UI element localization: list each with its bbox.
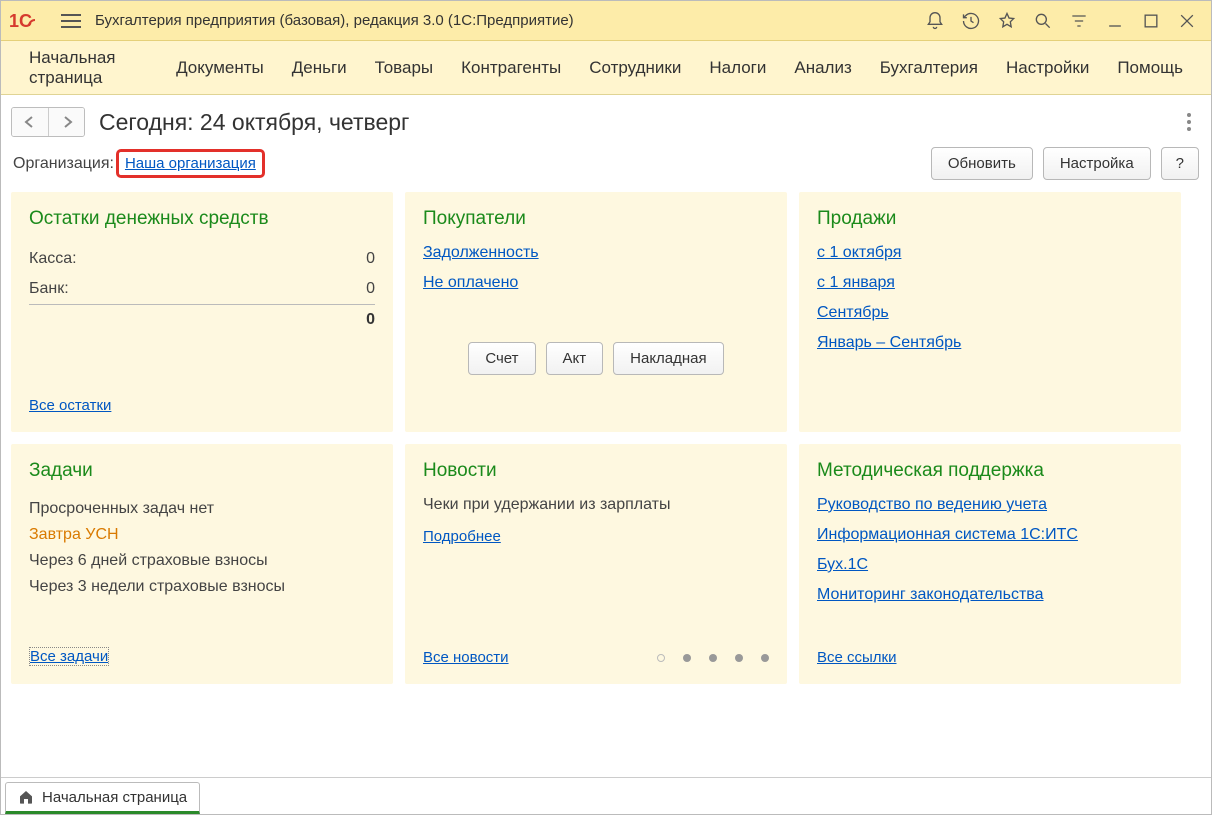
dashboard-grid: Остатки денежных средств Касса: 0 Банк: … bbox=[11, 192, 1201, 684]
card-buyers: Покупатели Задолженность Не оплачено Сче… bbox=[405, 192, 787, 432]
buyers-btn-waybill[interactable]: Накладная bbox=[613, 342, 724, 375]
org-link-highlight: Наша организация bbox=[116, 149, 265, 178]
nav-forward-button[interactable] bbox=[48, 108, 84, 136]
menu-taxes[interactable]: Налоги bbox=[695, 52, 780, 84]
filter-icon[interactable] bbox=[1063, 5, 1095, 37]
cash-kassa-label: Касса: bbox=[29, 250, 77, 268]
card-news: Новости Чеки при удержании из зарплаты П… bbox=[405, 444, 787, 684]
card-sales-title: Продажи bbox=[817, 208, 1163, 230]
news-more-link[interactable]: Подробнее bbox=[423, 528, 769, 545]
buyers-btn-invoice[interactable]: Счет bbox=[468, 342, 535, 375]
card-news-title: Новости bbox=[423, 460, 769, 482]
page-actions: Обновить Настройка ? bbox=[931, 147, 1199, 180]
pager-dot-4[interactable] bbox=[761, 654, 769, 662]
tasks-all-link[interactable]: Все задачи bbox=[29, 647, 109, 666]
support-link-guide[interactable]: Руководство по ведению учета bbox=[817, 496, 1163, 514]
titlebar-actions bbox=[919, 5, 1203, 37]
home-icon bbox=[18, 789, 34, 805]
menu-goods[interactable]: Товары bbox=[361, 52, 447, 84]
kebab-icon[interactable] bbox=[1177, 110, 1201, 134]
card-buyers-title: Покупатели bbox=[423, 208, 769, 230]
cash-kassa-value: 0 bbox=[366, 250, 375, 268]
bell-icon[interactable] bbox=[919, 5, 951, 37]
menu-accounting[interactable]: Бухгалтерия bbox=[866, 52, 992, 84]
card-cash: Остатки денежных средств Касса: 0 Банк: … bbox=[11, 192, 393, 432]
menu-settings[interactable]: Настройки bbox=[992, 52, 1103, 84]
sales-link-jan1[interactable]: с 1 января bbox=[817, 274, 1163, 292]
menu-documents[interactable]: Документы bbox=[162, 52, 278, 84]
tab-bar: Начальная страница bbox=[1, 778, 1211, 814]
support-link-its[interactable]: Информационная система 1С:ИТС bbox=[817, 526, 1163, 544]
pager-dot-1[interactable] bbox=[683, 654, 691, 662]
buyers-btn-act[interactable]: Акт bbox=[546, 342, 604, 375]
cash-all-link[interactable]: Все остатки bbox=[29, 397, 111, 414]
support-link-buh1c[interactable]: Бух.1С bbox=[817, 556, 1163, 574]
news-pager bbox=[657, 654, 769, 662]
cash-row-bank: Банк: 0 bbox=[29, 274, 375, 304]
page-title: Сегодня: 24 октября, четверг bbox=[99, 109, 409, 136]
menu-employees[interactable]: Сотрудники bbox=[575, 52, 695, 84]
menu-money[interactable]: Деньги bbox=[278, 52, 361, 84]
nav-buttons bbox=[11, 107, 85, 137]
minimize-icon[interactable] bbox=[1099, 5, 1131, 37]
cash-bank-value: 0 bbox=[366, 280, 375, 298]
buyers-link-debt[interactable]: Задолженность bbox=[423, 244, 769, 262]
buyers-link-unpaid[interactable]: Не оплачено bbox=[423, 274, 769, 292]
news-all-link[interactable]: Все новости bbox=[423, 649, 509, 666]
org-link[interactable]: Наша организация bbox=[125, 155, 256, 172]
pager-dot-0[interactable] bbox=[657, 654, 665, 662]
sales-link-jan-sept[interactable]: Январь – Сентябрь bbox=[817, 334, 1163, 352]
news-headline: Чеки при удержании из зарплаты bbox=[423, 496, 769, 514]
cash-bank-label: Банк: bbox=[29, 280, 69, 298]
tab-home[interactable]: Начальная страница bbox=[5, 782, 200, 814]
cash-row-kassa: Касса: 0 bbox=[29, 244, 375, 274]
support-all-link[interactable]: Все ссылки bbox=[817, 649, 897, 666]
card-sales: Продажи с 1 октября с 1 января Сентябрь … bbox=[799, 192, 1181, 432]
sales-link-oct1[interactable]: с 1 октября bbox=[817, 244, 1163, 262]
history-icon[interactable] bbox=[955, 5, 987, 37]
refresh-button[interactable]: Обновить bbox=[931, 147, 1033, 180]
window-title: Бухгалтерия предприятия (базовая), редак… bbox=[95, 12, 574, 29]
app-logo-icon: 1С bbox=[9, 10, 45, 32]
card-support-title: Методическая поддержка bbox=[817, 460, 1163, 482]
card-tasks: Задачи Просроченных задач нет Завтра УСН… bbox=[11, 444, 393, 684]
titlebar: 1С Бухгалтерия предприятия (базовая), ре… bbox=[1, 1, 1211, 41]
main-menu: Начальная страница Документы Деньги Това… bbox=[1, 41, 1211, 95]
sales-link-sept[interactable]: Сентябрь bbox=[817, 304, 1163, 322]
cash-total: 0 bbox=[29, 304, 375, 329]
menu-icon[interactable] bbox=[61, 9, 85, 33]
menu-help[interactable]: Помощь bbox=[1103, 52, 1197, 84]
help-button[interactable]: ? bbox=[1161, 147, 1199, 180]
task-item-0: Просроченных задач нет bbox=[29, 496, 375, 522]
content: Сегодня: 24 октября, четверг Организация… bbox=[1, 95, 1211, 778]
close-icon[interactable] bbox=[1171, 5, 1203, 37]
settings-button[interactable]: Настройка bbox=[1043, 147, 1151, 180]
task-item-3[interactable]: Через 3 недели страховые взносы bbox=[29, 574, 375, 600]
card-support: Методическая поддержка Руководство по ве… bbox=[799, 444, 1181, 684]
svg-text:1С: 1С bbox=[9, 11, 32, 31]
menu-counterparties[interactable]: Контрагенты bbox=[447, 52, 575, 84]
app-window: 1С Бухгалтерия предприятия (базовая), ре… bbox=[0, 0, 1212, 815]
task-item-1[interactable]: Завтра УСН bbox=[29, 522, 375, 548]
pager-dot-3[interactable] bbox=[735, 654, 743, 662]
tab-home-label: Начальная страница bbox=[42, 789, 187, 806]
pager-dot-2[interactable] bbox=[709, 654, 717, 662]
menu-analysis[interactable]: Анализ bbox=[780, 52, 865, 84]
org-label: Организация: bbox=[13, 155, 114, 173]
menu-home[interactable]: Начальная страница bbox=[15, 42, 162, 94]
nav-row: Сегодня: 24 октября, четверг bbox=[11, 107, 1201, 137]
org-row: Организация: Наша организация Обновить Н… bbox=[13, 147, 1199, 180]
search-icon[interactable] bbox=[1027, 5, 1059, 37]
card-tasks-title: Задачи bbox=[29, 460, 375, 482]
star-icon[interactable] bbox=[991, 5, 1023, 37]
maximize-icon[interactable] bbox=[1135, 5, 1167, 37]
task-item-2[interactable]: Через 6 дней страховые взносы bbox=[29, 548, 375, 574]
nav-back-button[interactable] bbox=[12, 108, 48, 136]
card-cash-title: Остатки денежных средств bbox=[29, 208, 375, 230]
support-link-monitoring[interactable]: Мониторинг законодательства bbox=[817, 586, 1163, 604]
